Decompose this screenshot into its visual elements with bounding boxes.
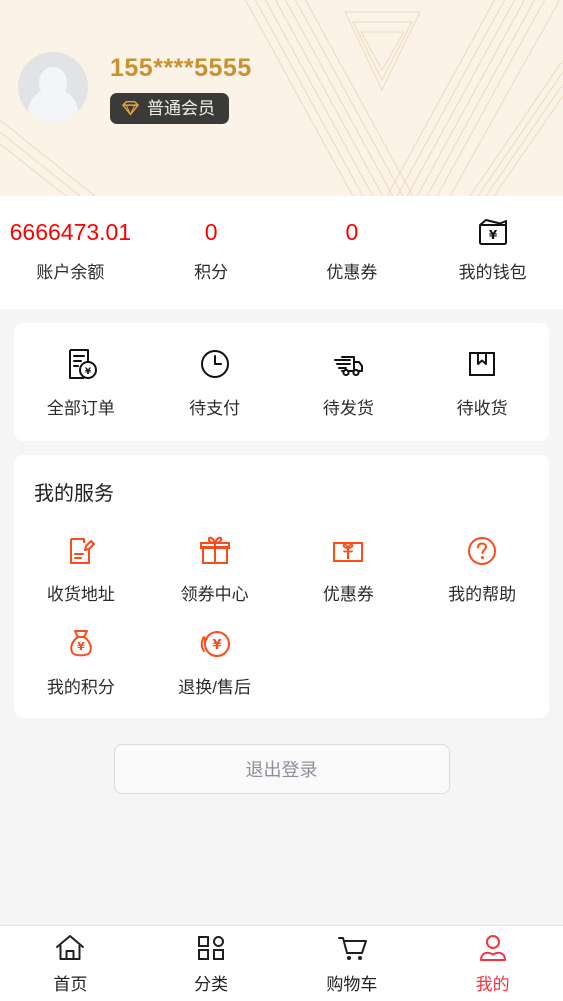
service-item-points[interactable]: ¥ 我的积分 — [14, 605, 148, 698]
order-label: 待发货 — [322, 399, 374, 418]
tab-label: 分类 — [194, 974, 229, 994]
service-item-coupons[interactable]: 优惠券 — [282, 512, 416, 605]
user-profile-icon — [479, 934, 506, 961]
order-item-unpaid[interactable]: 待支付 — [148, 347, 282, 419]
service-item-refund[interactable]: ¥ 退换/售后 — [148, 605, 282, 698]
balance-summary: 6666473.01 账户余额 0 积分 0 优惠券 ¥ 我的钱包 — [0, 196, 563, 309]
coupon-ticket-icon — [333, 542, 364, 562]
svg-text:¥: ¥ — [77, 640, 85, 653]
order-item-unreceived[interactable]: 待收货 — [415, 347, 549, 419]
shopping-cart-icon — [337, 936, 367, 960]
coupons-label: 优惠券 — [326, 263, 378, 282]
balance-value: 6666473.01 — [9, 218, 132, 245]
grid-category-icon — [198, 935, 225, 960]
money-bag-yen-icon: ¥ — [70, 630, 92, 657]
truck-icon — [334, 356, 364, 377]
logout-button[interactable]: 退出登录 — [113, 744, 450, 794]
order-label: 待收货 — [456, 399, 508, 418]
profile-header: 155****5555 普通会员 — [0, 0, 563, 196]
user-info: 155****5555 普通会员 — [110, 52, 252, 124]
tab-home[interactable]: 首页 — [0, 926, 141, 1001]
orders-card: ¥ 全部订单 待支付 待发货 待收货 — [14, 323, 549, 441]
svg-text:¥: ¥ — [488, 228, 497, 242]
address-edit-icon — [69, 538, 95, 564]
services-card: 我的服务 收货地址 领券中心 优惠券 我的帮助 ¥ 我的积分 ¥ 退换/售后 — [14, 455, 549, 718]
service-label: 优惠券 — [322, 585, 374, 604]
clock-icon — [200, 350, 229, 378]
wallet-icon: ¥ — [478, 219, 507, 245]
package-box-icon — [469, 352, 496, 376]
question-circle-icon — [468, 537, 497, 565]
service-item-coupon-center[interactable]: 领券中心 — [148, 512, 282, 605]
home-icon — [56, 934, 85, 960]
order-item-all[interactable]: ¥ 全部订单 — [14, 347, 148, 419]
gift-icon — [199, 536, 230, 564]
order-item-unshipped[interactable]: 待发货 — [282, 347, 416, 419]
order-document-yen-icon: ¥ — [68, 349, 97, 379]
avatar-body-shape — [28, 88, 78, 122]
balance-item-wallet[interactable]: ¥ 我的钱包 — [422, 218, 563, 283]
wallet-label: 我的钱包 — [458, 263, 527, 282]
svg-text:¥: ¥ — [212, 638, 221, 653]
service-label: 我的帮助 — [448, 585, 517, 604]
service-label: 退换/售后 — [178, 678, 251, 697]
coupons-value: 0 — [345, 218, 359, 245]
diamond-icon — [122, 100, 139, 116]
service-label: 收货地址 — [46, 585, 115, 604]
service-item-help[interactable]: 我的帮助 — [415, 512, 549, 605]
points-label: 积分 — [194, 263, 229, 282]
tab-label: 购物车 — [326, 974, 378, 994]
balance-item-points[interactable]: 0 积分 — [141, 218, 282, 283]
tab-category[interactable]: 分类 — [141, 926, 282, 1001]
membership-badge[interactable]: 普通会员 — [110, 93, 229, 124]
service-label: 领券中心 — [180, 585, 249, 604]
balance-label: 账户余额 — [36, 263, 105, 282]
user-phone: 155****5555 — [110, 54, 252, 82]
avatar[interactable] — [18, 52, 88, 122]
bottom-tab-bar: 首页 分类 购物车 我的 — [0, 925, 563, 1001]
tab-cart[interactable]: 购物车 — [282, 926, 423, 1001]
tab-label: 我的 — [475, 974, 510, 994]
order-label: 全部订单 — [46, 399, 115, 418]
svg-text:¥: ¥ — [85, 367, 92, 377]
tab-label: 首页 — [53, 974, 88, 994]
points-value: 0 — [204, 218, 218, 245]
services-title: 我的服务 — [34, 483, 114, 505]
balance-item-coupons[interactable]: 0 优惠券 — [282, 218, 423, 283]
logout-section: 退出登录 — [0, 718, 563, 794]
refund-yen-icon: ¥ — [200, 631, 230, 657]
tab-profile[interactable]: 我的 — [422, 926, 563, 1001]
service-label: 我的积分 — [46, 678, 115, 697]
balance-item-account[interactable]: 6666473.01 账户余额 — [0, 218, 141, 283]
membership-badge-label: 普通会员 — [147, 99, 215, 118]
service-item-address[interactable]: 收货地址 — [14, 512, 148, 605]
order-label: 待支付 — [189, 399, 241, 418]
